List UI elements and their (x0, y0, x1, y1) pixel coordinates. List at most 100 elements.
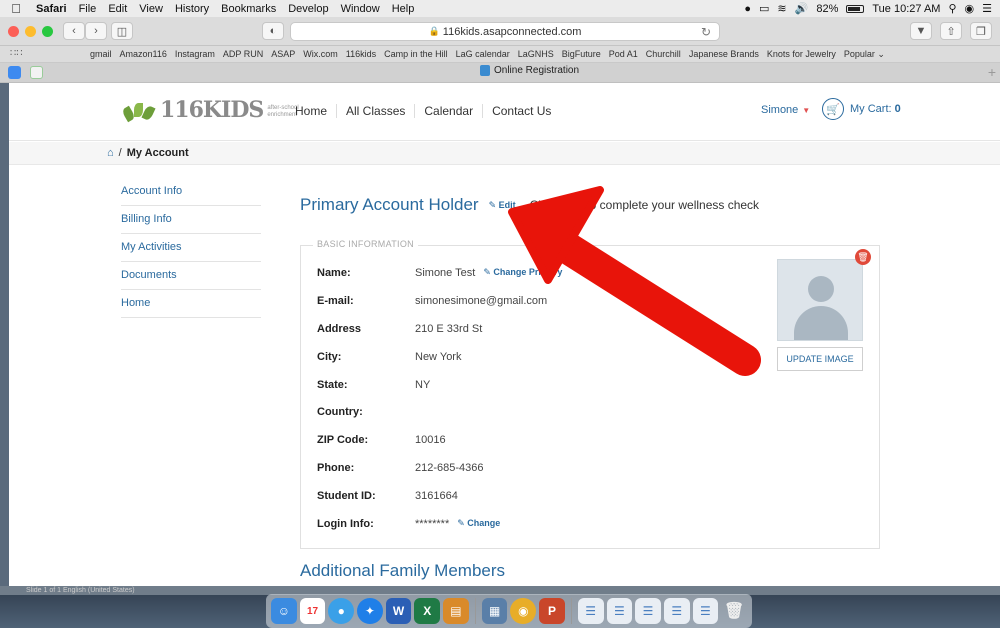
menu-bookmarks[interactable]: Bookmarks (221, 3, 276, 15)
spotlight-search-icon[interactable]: ⚲ (948, 2, 956, 15)
menu-help[interactable]: Help (392, 3, 415, 15)
document-thumbnail-icon[interactable]: ☰ (577, 598, 604, 624)
macos-menu-bar:  Safari File Edit View History Bookmark… (0, 0, 1000, 17)
bookmark-item[interactable]: 116kids (346, 49, 376, 59)
apple-menu-icon[interactable]:  (8, 1, 24, 16)
bookmark-item[interactable]: Amazon116 (120, 49, 167, 59)
document-thumbnail-icon[interactable]: ☰ (606, 598, 633, 624)
safari-icon[interactable]: ✦ (357, 598, 383, 624)
battery-icon[interactable] (846, 4, 865, 13)
notification-center-icon[interactable]: ☰ (982, 2, 992, 15)
field-label: Country: (317, 406, 363, 418)
bookmark-item[interactable]: Japanese Brands (689, 49, 759, 59)
document-thumbnail-icon[interactable]: ☰ (663, 598, 690, 624)
address-bar[interactable]: 🔒 116kids.asapconnected.com ↻ (290, 22, 720, 41)
nav-contact-us[interactable]: Contact Us (482, 104, 560, 118)
preview-icon[interactable]: ▦ (481, 598, 508, 624)
field-label: Login Info: (317, 518, 374, 530)
forward-button[interactable]: › (85, 22, 107, 40)
menu-develop[interactable]: Develop (288, 3, 328, 15)
sidebar-item-home[interactable]: Home (121, 290, 261, 318)
bookmark-item[interactable]: LaG calendar (456, 49, 510, 59)
bookmark-item[interactable]: LaGNHS (518, 49, 554, 59)
word-icon[interactable]: W (385, 598, 412, 624)
finder-icon[interactable]: ☺ (271, 598, 297, 624)
menu-view[interactable]: View (139, 3, 163, 15)
chrome-icon[interactable]: ◉ (510, 598, 537, 624)
field-value: Simone Test (415, 267, 476, 279)
downloads-icon[interactable]: ▼ (910, 22, 932, 40)
sidebar-item-account-info[interactable]: Account Info (121, 178, 261, 206)
change-primary-link[interactable]: ✎ Change Primary (483, 267, 562, 279)
field-value: ******** (415, 518, 450, 530)
nav-all-classes[interactable]: All Classes (336, 104, 414, 118)
bookmark-item[interactable]: Camp in the Hill (384, 49, 448, 59)
document-thumbnail-icon[interactable]: ☰ (692, 598, 719, 624)
bookmark-item[interactable]: gmail (90, 49, 112, 59)
menu-history[interactable]: History (175, 3, 209, 15)
wellness-check-link[interactable]: Click here to complete your wellness che… (530, 198, 759, 212)
share-icon[interactable]: ⇧ (940, 22, 962, 40)
notes-icon[interactable]: ▤ (443, 598, 469, 624)
close-window-button[interactable] (8, 25, 19, 37)
menu-file[interactable]: File (79, 3, 97, 15)
cart-link[interactable]: 🛒 My Cart: 0 (822, 98, 901, 120)
field-value: NY (415, 379, 431, 391)
reload-icon[interactable]: ↻ (701, 25, 711, 39)
home-icon[interactable]: ⌂ (107, 147, 114, 159)
document-thumbnail-icon[interactable]: ☰ (635, 598, 661, 624)
account-main: Primary Account Holder ✎ Edit Click here… (300, 195, 900, 215)
menu-edit[interactable]: Edit (108, 3, 127, 15)
clock[interactable]: Tue 10:27 AM (872, 3, 940, 15)
tabs-overview-icon[interactable]: ❐ (970, 22, 992, 40)
bookmark-item[interactable]: ASAP (271, 49, 295, 59)
user-menu[interactable]: Simone ▼ (761, 104, 810, 116)
bookmark-item[interactable]: Wix.com (303, 49, 338, 59)
nav-calendar[interactable]: Calendar (414, 104, 482, 118)
top-sites-grid-icon[interactable]: ∷∷ (10, 48, 23, 59)
delete-image-icon[interactable]: 🗑 (855, 249, 871, 265)
field-label: Phone: (317, 462, 355, 474)
calendar-icon[interactable]: 17 (299, 598, 326, 624)
new-tab-icon[interactable]: + (988, 64, 996, 80)
pinned-tab-zoom-icon[interactable] (8, 66, 21, 79)
site-logo[interactable]: 116KIDS after-school enrichment (121, 97, 301, 123)
menu-safari[interactable]: Safari (36, 3, 67, 15)
field-row-country: Country: (317, 406, 415, 418)
pinned-tab-meet-icon[interactable] (30, 66, 43, 79)
powerpoint-icon[interactable]: P (539, 598, 565, 624)
edit-account-link[interactable]: ✎ Edit (489, 200, 516, 211)
minimize-window-button[interactable] (25, 25, 36, 37)
change-login-link[interactable]: ✎ Change (457, 518, 500, 530)
bookmark-item[interactable]: Churchill (646, 49, 681, 59)
nav-home[interactable]: Home (295, 104, 336, 118)
breadcrumb-separator: / (118, 147, 122, 159)
zoom-window-button[interactable] (42, 25, 53, 37)
tab-bar: Online Registration + (0, 63, 1000, 83)
tab-online-registration[interactable]: Online Registration (480, 65, 579, 76)
sidebar-item-my-activities[interactable]: My Activities (121, 234, 261, 262)
wifi-icon[interactable]: ≋ (777, 2, 786, 15)
app-icon[interactable]: ● (328, 598, 355, 624)
sidebar-item-documents[interactable]: Documents (121, 262, 261, 290)
volume-icon[interactable]: 🔊 (795, 2, 809, 15)
menu-window[interactable]: Window (341, 3, 380, 15)
update-image-button[interactable]: UPDATE IMAGE (777, 347, 863, 371)
bookmark-item[interactable]: Instagram (175, 49, 215, 59)
bookmark-item[interactable]: Knots for Jewelry (767, 49, 836, 59)
bookmark-item[interactable]: Pod A1 (609, 49, 638, 59)
sidebar-item-billing-info[interactable]: Billing Info (121, 206, 261, 234)
back-button[interactable]: ‹ (63, 22, 85, 40)
sidebar-toggle-icon[interactable]: ◫ (111, 22, 133, 40)
siri-icon[interactable]: ◉ (965, 2, 975, 15)
avatar (777, 259, 863, 341)
bookmark-item[interactable]: Popular ⌄ (844, 49, 885, 60)
excel-icon[interactable]: X (414, 598, 441, 624)
trash-icon[interactable]: 🗑 (721, 598, 747, 624)
bookmark-item[interactable]: ADP RUN (223, 49, 263, 59)
bookmark-item[interactable]: BigFuture (562, 49, 601, 59)
airplay-icon[interactable]: ▭ (759, 2, 769, 15)
privacy-shield-icon[interactable]: ◐ (262, 22, 284, 40)
account-sidebar: Account Info Billing Info My Activities … (121, 178, 261, 318)
creative-cloud-icon[interactable]: ● (744, 3, 751, 15)
